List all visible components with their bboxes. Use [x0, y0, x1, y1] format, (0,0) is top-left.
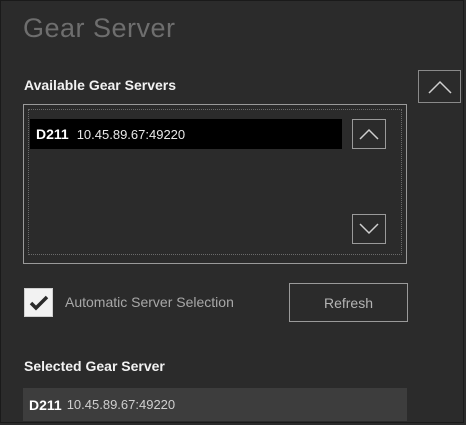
automatic-selection-label: Automatic Server Selection	[65, 294, 234, 310]
list-scroll-down-button[interactable]	[352, 214, 386, 244]
server-list-item[interactable]: D211 10.45.89.67:49220	[30, 119, 342, 149]
server-address: 10.45.89.67:49220	[76, 126, 186, 142]
refresh-button[interactable]: Refresh	[289, 283, 408, 322]
gear-server-panel: Gear Server Available Gear Servers D211 …	[0, 0, 464, 423]
panel-title: Gear Server	[23, 13, 176, 43]
server-name: D211	[36, 126, 69, 142]
automatic-selection-checkbox[interactable]	[24, 288, 53, 317]
checkmark-icon	[29, 295, 48, 310]
collapse-button[interactable]	[418, 70, 461, 103]
chevron-down-icon	[359, 223, 379, 235]
selected-server-label: Selected Gear Server	[24, 358, 165, 374]
selected-server-name: D211	[29, 396, 62, 413]
selected-server-address: 10.45.89.67:49220	[66, 397, 176, 412]
available-servers-list[interactable]: D211 10.45.89.67:49220	[23, 104, 407, 264]
chevron-up-icon	[427, 80, 452, 94]
available-servers-label: Available Gear Servers	[24, 77, 177, 93]
list-scroll-up-button[interactable]	[352, 119, 386, 149]
chevron-up-icon	[359, 128, 379, 140]
selected-server-field: D211 10.45.89.67:49220	[23, 388, 407, 421]
